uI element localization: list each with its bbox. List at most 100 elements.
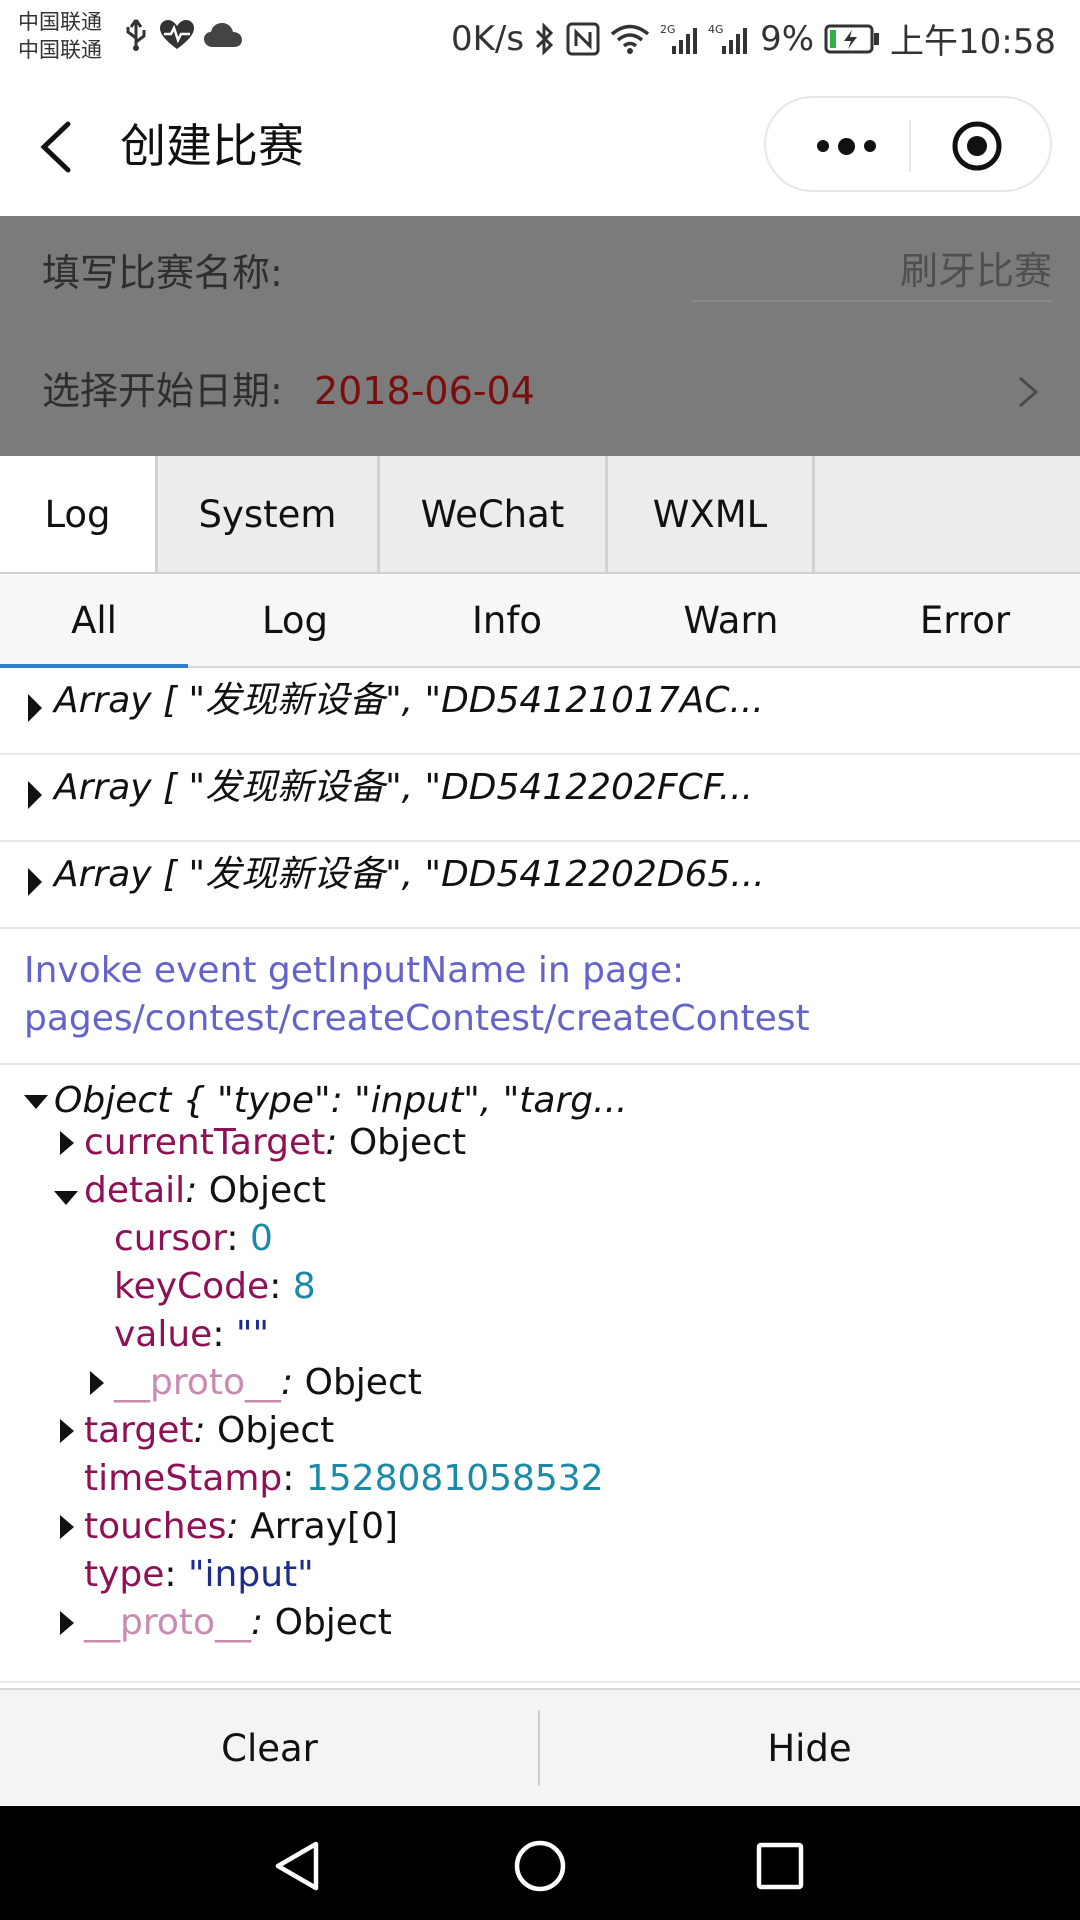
tree-node-type: type: "input" xyxy=(84,1554,314,1595)
node-key: type xyxy=(84,1554,165,1595)
tree-node-touches[interactable]: touches: Array[0] xyxy=(84,1503,398,1551)
tree-node-currenttarget[interactable]: currentTarget: Object xyxy=(84,1119,466,1167)
expand-caret-icon[interactable] xyxy=(28,781,42,809)
svg-text:4G: 4G xyxy=(708,23,724,36)
node-value: Object xyxy=(304,1362,422,1403)
collapse-caret-icon[interactable] xyxy=(54,1191,78,1205)
bluetooth-icon xyxy=(534,21,556,57)
chevron-right-icon xyxy=(1014,372,1042,412)
svg-text:2G: 2G xyxy=(660,23,676,36)
more-dot-icon xyxy=(816,140,829,152)
tree-node-detail-proto[interactable]: __proto__: Object xyxy=(114,1359,422,1407)
contest-name-input[interactable] xyxy=(692,242,1052,302)
carrier-1: 中国联通 xyxy=(18,10,102,34)
expand-caret-icon[interactable] xyxy=(60,1515,74,1539)
tree-node-proto[interactable]: __proto__: Object xyxy=(84,1599,392,1647)
system-status: 0K/s 2G 4G 9% 上午10:58 xyxy=(451,14,1056,63)
node-value: 0 xyxy=(249,1218,273,1259)
node-key: currentTarget xyxy=(84,1122,326,1163)
start-date-picker[interactable]: 2018-06-04 xyxy=(314,366,535,416)
notification-icons xyxy=(122,18,242,56)
tree-node-keycode: keyCode: 8 xyxy=(114,1266,316,1307)
tab-wxml[interactable]: WXML xyxy=(608,456,815,572)
node-key: detail xyxy=(84,1170,186,1211)
more-dot-icon xyxy=(837,137,855,155)
close-miniprogram-button[interactable] xyxy=(951,120,1003,172)
tree-node-value: value: "" xyxy=(114,1314,270,1355)
node-key: __proto__ xyxy=(84,1602,252,1643)
tab-log[interactable]: Log xyxy=(0,456,158,572)
battery-charging-icon xyxy=(824,24,880,54)
node-value: Object xyxy=(208,1170,327,1211)
signal-4g-icon: 4G xyxy=(708,22,750,56)
tab-wechat[interactable]: WeChat xyxy=(380,456,608,572)
expand-caret-icon[interactable] xyxy=(60,1131,74,1155)
wifi-icon xyxy=(610,23,650,55)
filter-all[interactable]: All xyxy=(0,574,188,668)
expand-caret-icon[interactable] xyxy=(28,868,42,896)
expand-caret-icon[interactable] xyxy=(90,1371,104,1395)
signal-2g-icon: 2G xyxy=(660,22,698,56)
system-back-button[interactable] xyxy=(270,1838,326,1894)
system-home-button[interactable] xyxy=(512,1838,568,1894)
usb-icon xyxy=(122,18,150,56)
filter-log[interactable]: Log xyxy=(200,574,390,666)
info-line: pages/contest/createContest/createContes… xyxy=(24,998,810,1039)
nfc-icon xyxy=(566,22,600,56)
health-heart-icon xyxy=(160,20,194,54)
capsule-divider xyxy=(909,120,911,172)
info-line: Invoke event getInputName in page: xyxy=(24,950,685,991)
more-menu-button[interactable] xyxy=(806,122,886,170)
log-array-text: Array [ "发现新设备", "DD5412202D65... xyxy=(54,854,765,895)
node-key: cursor xyxy=(114,1218,227,1259)
node-value: 8 xyxy=(292,1266,316,1307)
tree-node-timestamp: timeStamp: 1528081058532 xyxy=(84,1458,604,1499)
node-key: value xyxy=(114,1314,213,1355)
node-value: Object xyxy=(348,1122,467,1163)
node-key: keyCode xyxy=(114,1266,270,1307)
square-recents-icon xyxy=(756,1842,804,1890)
log-entry[interactable]: Array [ "发现新设备", "DD5412202D65... xyxy=(0,842,1080,929)
tab-system[interactable]: System xyxy=(158,456,380,572)
collapse-caret-icon[interactable] xyxy=(24,1095,48,1109)
node-value: "input" xyxy=(188,1554,314,1595)
console-tabs: Log System WeChat WXML xyxy=(0,456,1080,574)
net-speed: 0K/s xyxy=(450,18,525,59)
node-key: target xyxy=(84,1410,194,1451)
status-bar: 中国联通 中国联通 0K/s 2G 4G 9% 上午10:58 xyxy=(0,0,1080,76)
node-key: touches xyxy=(84,1506,227,1547)
log-entry[interactable]: Array [ "发现新设备", "DD54121017AC... xyxy=(0,668,1080,755)
system-recents-button[interactable] xyxy=(752,1838,808,1894)
back-arrow-icon xyxy=(40,121,71,173)
expand-caret-icon[interactable] xyxy=(60,1611,74,1635)
triangle-back-icon xyxy=(275,1841,319,1891)
navigation-bar: 创建比赛 xyxy=(0,76,1080,216)
system-navigation-bar xyxy=(0,1806,1080,1920)
filter-warn[interactable]: Warn xyxy=(636,574,826,666)
miniprogram-capsule xyxy=(764,96,1052,192)
tree-node-detail[interactable]: detail: Object xyxy=(84,1167,326,1215)
node-value: 1528081058532 xyxy=(305,1458,604,1499)
hide-button[interactable]: Hide xyxy=(540,1690,1079,1806)
contest-name-label: 填写比赛名称: xyxy=(42,251,283,295)
clear-button[interactable]: Clear xyxy=(0,1690,539,1806)
carrier-2: 中国联通 xyxy=(18,38,102,62)
log-entry-info: Invoke event getInputName in page: pages… xyxy=(0,929,1080,1065)
start-date-label: 选择开始日期: xyxy=(42,369,283,413)
log-list: Array [ "发现新设备", "DD54121017AC... Array … xyxy=(0,668,1080,1688)
log-entry[interactable]: Array [ "发现新设备", "DD5412202FCF... xyxy=(0,755,1080,842)
node-value: Object xyxy=(274,1602,392,1643)
node-value: Array[0] xyxy=(250,1506,399,1547)
filter-info[interactable]: Info xyxy=(412,574,602,666)
tree-node-target[interactable]: target: Object xyxy=(84,1407,334,1455)
target-circle-icon xyxy=(952,121,1002,171)
object-summary[interactable]: Object { "type": "input", "targ... xyxy=(54,1077,627,1125)
console-toolbar: Clear Hide xyxy=(0,1688,1080,1806)
expand-caret-icon[interactable] xyxy=(60,1419,74,1443)
tree-node-cursor: cursor: 0 xyxy=(114,1218,273,1259)
filter-error[interactable]: Error xyxy=(870,574,1060,666)
expand-caret-icon[interactable] xyxy=(28,694,42,722)
log-entry-object: Object { "type": "input", "targ... curre… xyxy=(0,1065,1080,1683)
back-button[interactable] xyxy=(30,112,90,182)
cloud-icon xyxy=(204,22,242,52)
